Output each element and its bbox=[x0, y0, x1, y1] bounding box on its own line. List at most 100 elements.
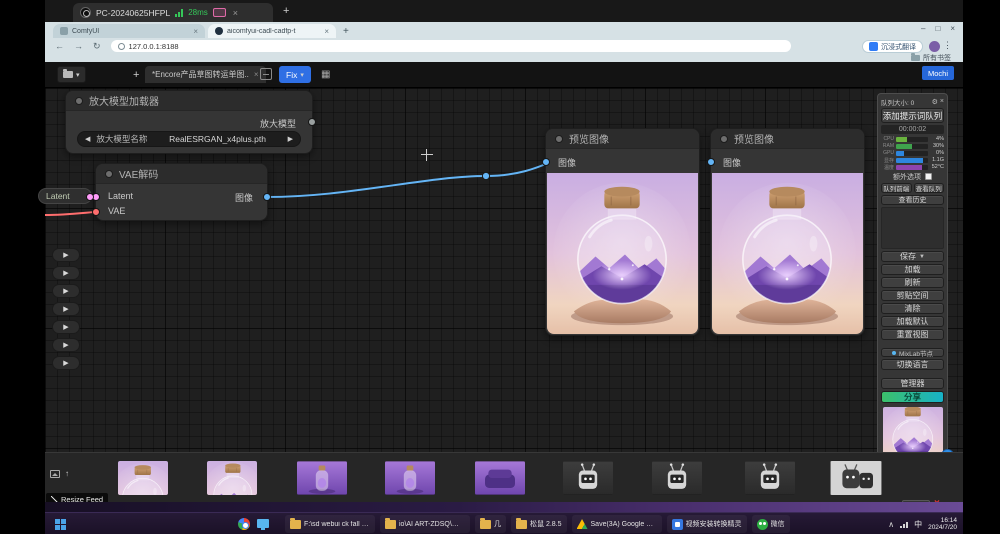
comfy-menu-panel[interactable]: 队列大小: 0 ⚙ × 添加提示词队列 00:00:02 CPU 4% RAM … bbox=[877, 93, 948, 472]
feed-thumbnail[interactable] bbox=[830, 461, 882, 495]
widget-prev-icon[interactable]: ◀ bbox=[85, 135, 90, 143]
input-slot-vae[interactable] bbox=[92, 208, 100, 216]
input-slot-image[interactable] bbox=[707, 158, 715, 166]
taskbar-item[interactable]: 松鼠 2.8.5 bbox=[511, 515, 567, 533]
site-info-icon[interactable] bbox=[118, 43, 125, 50]
taskbar-item[interactable]: 视频安装转换精灵 bbox=[667, 515, 747, 533]
chrome-taskbar-icon[interactable] bbox=[238, 518, 250, 530]
expand-icon[interactable]: ▶ bbox=[63, 287, 68, 295]
view-history-button[interactable]: 查看历史 bbox=[881, 195, 944, 205]
collapsed-node-pill[interactable]: ▶ bbox=[52, 356, 80, 370]
collapsed-node-pill[interactable]: ▶ bbox=[52, 248, 80, 262]
clipspace-button[interactable]: 剪贴空间 bbox=[881, 290, 944, 301]
node-header[interactable]: 放大模型加载器 bbox=[66, 91, 312, 111]
expand-icon[interactable]: ▶ bbox=[63, 305, 68, 313]
view-queue-button[interactable]: 查看队列 bbox=[914, 183, 945, 193]
extra-options-checkbox[interactable] bbox=[925, 173, 932, 180]
node-preview-image-1[interactable]: 预览图像 图像 bbox=[545, 128, 700, 336]
taskbar-clock[interactable]: 16:14 2024/7/20 bbox=[928, 517, 957, 532]
browser-menu-icon[interactable]: ⋮ bbox=[943, 40, 952, 51]
collapse-dot-icon[interactable] bbox=[75, 97, 83, 105]
output-slot-latent[interactable] bbox=[86, 193, 94, 201]
node-header[interactable]: 预览图像 bbox=[711, 129, 864, 149]
chevron-down-icon[interactable]: ▼ bbox=[919, 254, 925, 260]
save-button[interactable]: 保存 ▼ bbox=[881, 251, 944, 262]
system-monitor-icon[interactable] bbox=[257, 519, 269, 528]
refresh-button[interactable]: 刷新 bbox=[881, 277, 944, 288]
node-preview-image-2[interactable]: 预览图像 图像 bbox=[710, 128, 865, 336]
clear-button[interactable]: 清除 bbox=[881, 303, 944, 314]
feed-thumbnail[interactable] bbox=[652, 461, 702, 495]
load-default-button[interactable]: 加载默认 bbox=[881, 316, 944, 327]
mixlab-button[interactable]: MixLab节点 bbox=[881, 348, 944, 357]
node-header[interactable]: VAE解码 bbox=[96, 164, 267, 184]
close-workflow-icon[interactable]: × bbox=[254, 70, 259, 79]
feed-up-arrow-icon[interactable]: ↑ bbox=[65, 469, 69, 478]
node-upscale-model-loader[interactable]: 放大模型加载器 放大模型 ◀ 放大模型名称 RealESRGAN_x4plus.… bbox=[65, 90, 313, 154]
manager-button[interactable]: 管理器 bbox=[881, 378, 944, 389]
expand-icon[interactable]: ▶ bbox=[63, 359, 68, 367]
profile-avatar[interactable] bbox=[929, 41, 940, 52]
quality-badge[interactable] bbox=[213, 8, 226, 17]
feed-thumbnail[interactable] bbox=[207, 461, 257, 495]
collapsed-node-pill[interactable]: ▶ bbox=[52, 284, 80, 298]
export-icon[interactable] bbox=[260, 68, 272, 80]
browser-tab-secondary[interactable]: aicomfyui-cadl-cadfp-t × bbox=[208, 24, 336, 38]
browser-tab-comfyui[interactable]: ComfyUI × bbox=[53, 24, 205, 38]
expand-icon[interactable]: ▶ bbox=[63, 269, 68, 277]
new-tab-button[interactable]: + bbox=[343, 26, 349, 37]
taskbar-item[interactable]: F:\sd webui ck fall work bbox=[285, 515, 375, 533]
extra-options-row[interactable]: 额外选项 bbox=[881, 172, 944, 181]
network-icon[interactable] bbox=[900, 521, 908, 528]
translate-extension-badge[interactable]: 沉浸式翻译 bbox=[862, 40, 923, 53]
input-slot-image[interactable] bbox=[542, 158, 550, 166]
address-bar[interactable]: 127.0.0.1:8188 bbox=[111, 40, 791, 52]
taskbar-item[interactable]: 微信 bbox=[752, 515, 790, 533]
gear-icon[interactable]: ⚙ bbox=[932, 98, 938, 106]
workflow-folder-button[interactable]: ▾ bbox=[57, 66, 86, 83]
grid-view-icon[interactable]: ▦ bbox=[321, 69, 330, 80]
reload-icon[interactable]: ↻ bbox=[93, 41, 101, 52]
maximize-icon[interactable]: □ bbox=[935, 24, 940, 33]
close-tab-icon[interactable]: × bbox=[193, 27, 198, 36]
queue-prompt-button[interactable]: 添加提示词队列 bbox=[881, 108, 944, 123]
load-button[interactable]: 加载 bbox=[881, 264, 944, 275]
back-icon[interactable]: ← bbox=[55, 41, 64, 51]
node-vae-decode[interactable]: VAE解码 Latent VAE 图像 bbox=[95, 163, 268, 221]
queue-front-button[interactable]: 队列前端 bbox=[881, 183, 912, 193]
start-button[interactable] bbox=[55, 519, 66, 530]
close-session-icon[interactable]: × bbox=[233, 8, 238, 18]
tray-expand-icon[interactable]: ∧ bbox=[888, 520, 894, 529]
fix-button[interactable]: Fix ▾ bbox=[279, 66, 311, 83]
expand-icon[interactable]: ▶ bbox=[63, 323, 68, 331]
feed-thumbnail[interactable] bbox=[118, 461, 168, 495]
model-name-widget[interactable]: ◀ 放大模型名称 RealESRGAN_x4plus.pth ▶ bbox=[77, 131, 301, 147]
output-slot-upscale-model[interactable] bbox=[308, 118, 316, 126]
mochi-button[interactable]: Mochi bbox=[922, 66, 954, 80]
menu-header[interactable]: 队列大小: 0 ⚙ × bbox=[881, 97, 944, 106]
feed-thumbnail[interactable] bbox=[297, 461, 347, 495]
close-window-icon[interactable]: × bbox=[950, 24, 955, 33]
node-latent-collapsed[interactable]: Latent bbox=[38, 188, 92, 204]
expand-icon[interactable]: ▶ bbox=[63, 251, 68, 259]
output-slot-image[interactable] bbox=[263, 193, 271, 201]
feed-thumbnail[interactable] bbox=[563, 461, 613, 495]
remote-session-tab[interactable]: PC-20240625HFPL 28ms × bbox=[73, 3, 273, 22]
taskbar-item[interactable]: 几 bbox=[475, 515, 506, 533]
node-header[interactable]: 预览图像 bbox=[546, 129, 699, 149]
reset-view-button[interactable]: 重置视图 bbox=[881, 329, 944, 340]
minimize-icon[interactable]: – bbox=[921, 24, 925, 33]
new-workflow-button[interactable]: + bbox=[133, 69, 139, 81]
image-feed-icon[interactable] bbox=[50, 470, 60, 478]
close-menu-icon[interactable]: × bbox=[940, 98, 944, 105]
expand-icon[interactable]: ▶ bbox=[63, 341, 68, 349]
workflow-tab[interactable]: *Encore产品草图转运单图.. × bbox=[145, 66, 266, 83]
feed-thumbnail[interactable] bbox=[745, 461, 795, 495]
collapse-dot-icon[interactable] bbox=[555, 135, 563, 143]
forward-icon[interactable]: → bbox=[74, 41, 83, 51]
new-session-button[interactable]: + bbox=[283, 5, 289, 17]
share-button[interactable]: 分享 bbox=[881, 391, 944, 403]
collapse-dot-icon[interactable] bbox=[105, 170, 113, 178]
switch-language-button[interactable]: 切换语言 bbox=[881, 359, 944, 370]
taskbar-item[interactable]: Save(3A) Google Driv bbox=[572, 515, 662, 533]
